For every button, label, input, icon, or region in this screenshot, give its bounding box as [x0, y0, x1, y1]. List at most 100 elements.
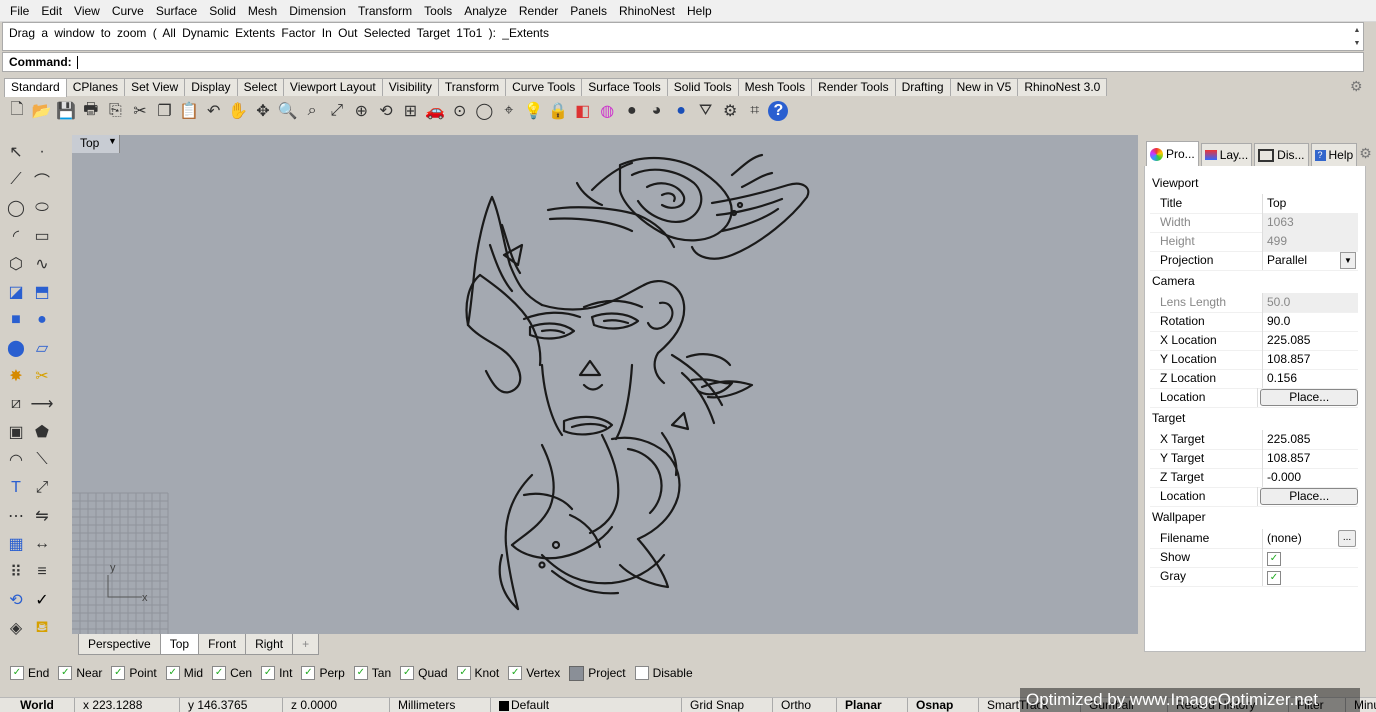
- osnap-perp-checkbox[interactable]: ✓: [301, 666, 316, 680]
- extend-icon[interactable]: ⟶: [30, 392, 54, 416]
- target-place-button[interactable]: Place...: [1260, 488, 1358, 505]
- osnap-disable-checkbox[interactable]: [634, 666, 649, 680]
- osnap-disable[interactable]: Disable: [634, 666, 693, 680]
- yt-field[interactable]: 108.857: [1263, 449, 1358, 468]
- rotate-object-icon[interactable]: ⟲: [4, 588, 28, 612]
- menu-mesh[interactable]: Mesh: [242, 0, 283, 22]
- align-icon[interactable]: ≡: [30, 560, 54, 584]
- osnap-int[interactable]: ✓ Int: [261, 666, 292, 680]
- menu-tools[interactable]: Tools: [418, 0, 458, 22]
- viewport-layout-icon[interactable]: ⊞: [400, 100, 422, 122]
- viewport-tab-front[interactable]: Front: [198, 634, 247, 655]
- cut-icon[interactable]: ✂: [129, 100, 151, 122]
- tab-drafting[interactable]: Drafting: [894, 78, 951, 96]
- osnap-point-checkbox[interactable]: ✓: [111, 666, 126, 680]
- import-icon[interactable]: ⎘: [104, 100, 126, 122]
- add-viewport-tab-icon[interactable]: +: [292, 634, 320, 655]
- xt-field[interactable]: 225.085: [1263, 430, 1358, 449]
- filename-field[interactable]: (none)...: [1263, 529, 1358, 548]
- camera-place-button[interactable]: Place...: [1260, 389, 1358, 406]
- tab-curve-tools[interactable]: Curve Tools: [505, 78, 583, 96]
- save-icon[interactable]: 💾: [55, 100, 77, 122]
- tab-new-in-v5[interactable]: New in V5: [949, 78, 1019, 96]
- array-icon[interactable]: ⋯: [4, 504, 28, 528]
- tab-cplanes[interactable]: CPlanes: [65, 78, 126, 96]
- viewport-tab-top[interactable]: Top: [159, 634, 200, 655]
- offset-icon[interactable]: ⟍: [30, 448, 54, 472]
- rotation-field[interactable]: 90.0: [1263, 312, 1358, 331]
- panel-options-gear-icon[interactable]: ⚙: [1359, 145, 1372, 162]
- mirror-icon[interactable]: ⇋: [30, 504, 54, 528]
- tab-display[interactable]: Display: [184, 78, 238, 96]
- osnap-point[interactable]: ✓ Point: [111, 666, 157, 680]
- history-scroll-up-icon[interactable]: ▲: [1350, 24, 1364, 37]
- viewport-menu-arrow-icon[interactable]: ▼: [108, 136, 117, 146]
- menu-transform[interactable]: Transform: [352, 0, 418, 22]
- pick-point-icon[interactable]: ⊙: [449, 100, 471, 122]
- viewport-tab-right[interactable]: Right: [245, 634, 294, 655]
- osnap-quad[interactable]: ✓ Quad: [400, 666, 448, 680]
- osnap-mid[interactable]: ✓ Mid: [165, 666, 203, 680]
- lock-icon[interactable]: 🔒: [547, 100, 569, 122]
- yloc-field[interactable]: 108.857: [1263, 350, 1358, 369]
- menu-render[interactable]: Render: [513, 0, 564, 22]
- curve-artwork[interactable]: [465, 153, 810, 611]
- zloc-field[interactable]: 0.156: [1263, 369, 1358, 388]
- sphere-solid-icon[interactable]: ●: [30, 308, 54, 332]
- viewport-title-tab[interactable]: Top ▼: [72, 135, 120, 153]
- boolean-icon[interactable]: ⬟: [30, 420, 54, 444]
- status-osnap[interactable]: Osnap: [908, 698, 979, 712]
- osnap-cen-checkbox[interactable]: ✓: [212, 666, 227, 680]
- open-icon[interactable]: 📂: [31, 100, 53, 122]
- zoom-dynamic-icon[interactable]: ⟲: [375, 100, 397, 122]
- curve-points-icon[interactable]: ⌒: [30, 168, 54, 192]
- car-icon[interactable]: 🚗: [424, 100, 446, 122]
- osnap-mid-checkbox[interactable]: ✓: [165, 666, 180, 680]
- osnap-knot[interactable]: ✓ Knot: [456, 666, 499, 680]
- title-field[interactable]: Top: [1263, 194, 1358, 213]
- osnap-quad-checkbox[interactable]: ✓: [400, 666, 415, 680]
- tab-display[interactable]: Dis...: [1254, 143, 1309, 166]
- tab-layers[interactable]: Lay...: [1200, 143, 1253, 166]
- menu-analyze[interactable]: Analyze: [458, 0, 513, 22]
- menu-solid[interactable]: Solid: [203, 0, 242, 22]
- surface-corner-icon[interactable]: ◪: [4, 280, 28, 304]
- tab-properties[interactable]: Pro...: [1146, 141, 1199, 166]
- status-grid-snap[interactable]: Grid Snap: [682, 698, 773, 712]
- tab-rhinonest-3-0[interactable]: RhinoNest 3.0: [1017, 78, 1108, 96]
- menu-surface[interactable]: Surface: [150, 0, 203, 22]
- osnap-tan-checkbox[interactable]: ✓: [353, 666, 368, 680]
- osnap-tan[interactable]: ✓ Tan: [353, 666, 391, 680]
- point-icon[interactable]: ·: [30, 140, 54, 164]
- paint-bucket-icon[interactable]: ⛾: [30, 616, 54, 640]
- osnap-knot-checkbox[interactable]: ✓: [456, 666, 471, 680]
- check-icon[interactable]: ✓: [30, 588, 54, 612]
- ellipse-tool-icon[interactable]: ⬭: [30, 196, 54, 220]
- copy-icon[interactable]: ❐: [154, 100, 176, 122]
- fillet-icon[interactable]: ◠: [4, 448, 28, 472]
- osnap-int-checkbox[interactable]: ✓: [261, 666, 276, 680]
- toolbar-options-gear-icon[interactable]: ⚙: [1350, 79, 1364, 93]
- group-icon[interactable]: ▣: [4, 420, 28, 444]
- command-line[interactable]: Command:: [2, 52, 1364, 72]
- help-icon[interactable]: ?: [768, 101, 789, 121]
- rotate-view-icon[interactable]: ✥: [252, 100, 274, 122]
- print-icon[interactable]: 🖶: [80, 100, 102, 122]
- menu-view[interactable]: View: [68, 0, 106, 22]
- explode-icon[interactable]: ✸: [4, 364, 28, 388]
- trim-icon[interactable]: ✂: [30, 364, 54, 388]
- light-bulb-icon[interactable]: 💡: [522, 100, 544, 122]
- tab-select[interactable]: Select: [236, 78, 284, 96]
- zoom-selected-icon[interactable]: ⊕: [350, 100, 372, 122]
- tab-visibility[interactable]: Visibility: [381, 78, 439, 96]
- osnap-cen[interactable]: ✓ Cen: [212, 666, 252, 680]
- options-gear-icon[interactable]: ⚙: [719, 100, 741, 122]
- tab-mesh-tools[interactable]: Mesh Tools: [737, 78, 813, 96]
- status-cplane[interactable]: World: [0, 698, 75, 712]
- scale-icon[interactable]: ⤢: [30, 476, 54, 500]
- undo-icon[interactable]: ↶: [203, 100, 225, 122]
- grid-array-icon[interactable]: ⠿: [4, 560, 28, 584]
- osnap-near[interactable]: ✓ Near: [58, 666, 102, 680]
- tab-help[interactable]: ? Help: [1310, 143, 1358, 166]
- circle-tool-icon[interactable]: ◯: [4, 196, 28, 220]
